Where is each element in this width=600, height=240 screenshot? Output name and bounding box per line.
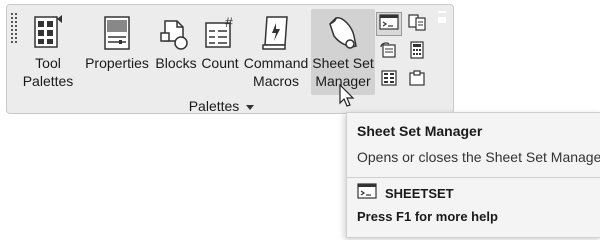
grid-palette-icon bbox=[380, 69, 398, 92]
panel-grip-handle[interactable] bbox=[10, 11, 20, 111]
count-icon: # bbox=[202, 13, 238, 53]
design-center-icon bbox=[407, 13, 427, 36]
tooltip-title: Sheet Set Manager bbox=[357, 123, 483, 139]
clipboard-icon bbox=[408, 69, 426, 92]
tooltip-help-hint: Press F1 for more help bbox=[357, 209, 498, 224]
tooltip-divider bbox=[347, 177, 600, 178]
chevron-down-icon bbox=[245, 98, 255, 114]
properties-label: Properties bbox=[85, 55, 149, 71]
sheet-set-manager-icon bbox=[325, 13, 361, 53]
blocks-icon bbox=[158, 13, 194, 53]
markup-set-manager-button[interactable] bbox=[377, 41, 401, 63]
tool-palettes-icon bbox=[30, 13, 66, 53]
tool-palettes-button[interactable]: Tool Palettes bbox=[21, 9, 75, 95]
design-center-button[interactable] bbox=[405, 13, 429, 35]
blocks-button[interactable]: Blocks bbox=[153, 9, 199, 95]
blocks-label: Blocks bbox=[155, 55, 197, 71]
panel-side-controls bbox=[435, 9, 449, 53]
tool-palettes-label: Tool Palettes bbox=[22, 55, 74, 89]
command-line-icon bbox=[357, 183, 377, 204]
calculator-icon bbox=[409, 40, 425, 64]
tooltip-command-row: SHEETSET bbox=[357, 183, 454, 204]
sheet-set-manager-button[interactable]: Sheet Set Manager bbox=[311, 9, 375, 95]
command-line-button[interactable] bbox=[376, 12, 402, 36]
clipboard-button[interactable] bbox=[405, 69, 429, 91]
command-line-icon bbox=[379, 13, 399, 35]
markup-set-manager-icon bbox=[379, 41, 399, 64]
tooltip-command-name: SHEETSET bbox=[385, 186, 454, 201]
command-macros-icon bbox=[258, 13, 294, 53]
command-macros-button[interactable]: Command Macros bbox=[241, 9, 311, 95]
panel-title: Palettes bbox=[188, 98, 240, 114]
properties-icon bbox=[99, 13, 135, 53]
properties-button[interactable]: Properties bbox=[83, 9, 151, 95]
tooltip-description: Opens or closes the Sheet Set Manager bbox=[357, 149, 600, 165]
svg-text:#: # bbox=[225, 15, 233, 30]
grid-palette-button[interactable] bbox=[377, 69, 401, 91]
count-label: Count bbox=[201, 55, 239, 71]
count-button[interactable]: # Count bbox=[199, 9, 241, 95]
tooltip-sheet-set-manager: Sheet Set Manager Opens or closes the Sh… bbox=[346, 112, 600, 238]
command-macros-label: Command Macros bbox=[243, 55, 309, 89]
mouse-pointer-icon bbox=[338, 83, 356, 108]
ribbon-panel-palettes: Tool Palettes Properties Blocks # Count … bbox=[6, 4, 454, 114]
quickcalc-button[interactable] bbox=[405, 40, 429, 64]
